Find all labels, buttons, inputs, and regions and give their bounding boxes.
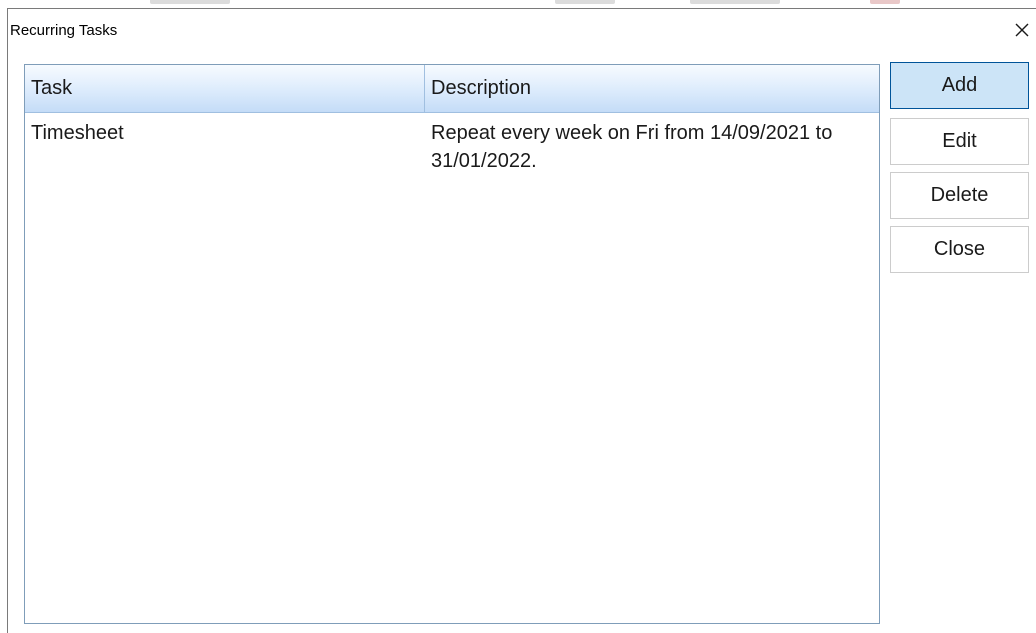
edit-button[interactable]: Edit <box>890 118 1029 165</box>
background-text-fragment <box>150 0 230 4</box>
background-text-fragment <box>690 0 780 4</box>
close-icon-glyph <box>1015 23 1029 37</box>
tasks-list[interactable]: Task Description Timesheet Repeat every … <box>24 64 880 624</box>
list-item[interactable]: Timesheet Repeat every week on Fri from … <box>25 113 879 177</box>
delete-button[interactable]: Delete <box>890 172 1029 219</box>
column-header-description[interactable]: Description <box>425 65 879 112</box>
close-icon[interactable] <box>1008 15 1036 45</box>
background-app-strip <box>0 0 1036 8</box>
title-bar: Recurring Tasks <box>8 9 1036 51</box>
list-header: Task Description <box>25 65 879 113</box>
description-cell: Repeat every week on Fri from 14/09/2021… <box>431 122 833 172</box>
window-title: Recurring Tasks <box>10 22 118 39</box>
close-button[interactable]: Close <box>890 226 1029 273</box>
column-header-task[interactable]: Task <box>25 65 425 112</box>
background-text-fragment <box>870 0 900 4</box>
recurring-tasks-dialog: Recurring Tasks Task Description Timeshe… <box>7 8 1036 633</box>
add-button[interactable]: Add <box>890 62 1029 109</box>
task-cell: Timesheet <box>31 122 124 144</box>
background-text-fragment <box>555 0 615 4</box>
